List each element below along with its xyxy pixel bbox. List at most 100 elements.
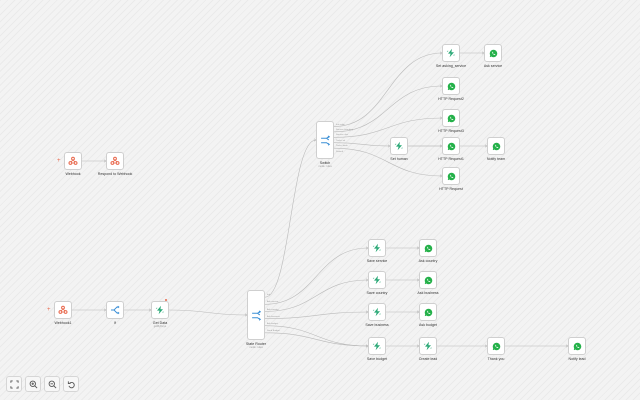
fit-view-icon xyxy=(9,379,19,389)
node-get-data[interactable] xyxy=(151,301,169,319)
node-save-service[interactable] xyxy=(368,239,386,257)
node-label: HTTP Request3 xyxy=(438,128,464,133)
node-label: HTTP Request1 xyxy=(438,156,464,161)
lightning-icon xyxy=(372,307,382,317)
connection-state_router-to-save_country xyxy=(264,279,369,312)
connection-state_router-to-save_business xyxy=(264,311,369,319)
node-http-request2[interactable] xyxy=(442,77,460,95)
whatsapp-icon xyxy=(447,172,456,181)
reset-zoom-icon xyxy=(67,380,75,388)
output-port-label: Ask service xyxy=(267,301,279,304)
node-label: Save service xyxy=(366,258,388,263)
node-set-human[interactable] xyxy=(390,137,408,155)
fit-view-button[interactable] xyxy=(6,376,22,392)
node-label: Ask country xyxy=(418,258,438,263)
node-create-lead[interactable] xyxy=(419,337,437,355)
node-label: If xyxy=(114,320,116,325)
trigger-plus-icon[interactable]: + xyxy=(47,307,51,313)
output-port-label: Service: dev xyxy=(336,134,349,137)
node-notify-lead[interactable] xyxy=(568,337,586,355)
node-label: Thank you xyxy=(487,356,505,361)
node-label: Webhook xyxy=(65,171,81,176)
whatsapp-icon xyxy=(492,342,501,351)
zoom-in-button[interactable] xyxy=(25,376,41,392)
whatsapp-icon xyxy=(424,276,433,285)
node-ask-service[interactable] xyxy=(484,44,502,62)
whatsapp-icon xyxy=(447,82,456,91)
node-respond-to-webhook[interactable] xyxy=(106,152,124,170)
trigger-plus-icon[interactable]: + xyxy=(57,158,61,164)
lightning-icon xyxy=(446,48,456,58)
connection-state_router-to-save_budget xyxy=(264,332,369,347)
node-label: Notify team xyxy=(486,156,506,161)
node-http-request1[interactable] xyxy=(442,137,460,155)
pinned-data-indicator xyxy=(165,299,167,301)
connection-state_router-to-save_budget xyxy=(264,325,369,347)
node-ask-country[interactable] xyxy=(419,239,437,257)
output-port-label: Tasks: book xyxy=(336,145,348,148)
connection-state_router-to-switch xyxy=(264,139,317,298)
node-label: Save budget xyxy=(366,356,388,361)
lightning-icon xyxy=(155,305,165,315)
connection-switch-to-set_asking_service xyxy=(333,52,443,127)
node-save-business[interactable] xyxy=(368,303,386,321)
node-label: Set human xyxy=(390,156,408,161)
webhook-icon xyxy=(58,305,68,315)
node-label: Save country xyxy=(366,290,388,295)
connection-get_data-to-state_router xyxy=(168,309,248,316)
node-label: Webhook1 xyxy=(54,320,72,325)
whatsapp-icon xyxy=(489,49,498,58)
output-port-label: Tasks: ok xyxy=(336,139,346,142)
node-state-router[interactable] xyxy=(247,290,265,340)
node-subtitle: mode: rules xyxy=(318,165,332,168)
node-save-budget[interactable] xyxy=(368,337,386,355)
output-port-label: Ask country xyxy=(267,308,279,311)
output-port-label: Send Budget xyxy=(267,330,280,333)
connection-switch-to-http_request3 xyxy=(333,117,443,138)
node-label: HTTP Request xyxy=(439,186,463,191)
zoom-out-icon xyxy=(48,380,56,388)
output-port-label: Init salon xyxy=(336,123,345,126)
node-label: Ask budget xyxy=(419,322,437,327)
node-notify-team[interactable] xyxy=(487,137,505,155)
node-label: Ask service xyxy=(483,63,503,68)
node-label: Get Data xyxy=(152,320,168,325)
node-save-country[interactable] xyxy=(368,271,386,289)
zoom-toolbar xyxy=(6,376,79,392)
switch-icon xyxy=(251,310,262,321)
node-webhook1[interactable] xyxy=(54,301,72,319)
node-set-asking-service[interactable] xyxy=(442,44,460,62)
whatsapp-icon xyxy=(573,342,582,351)
connection-switch-to-http_request xyxy=(333,147,443,177)
output-port-label: Service: branding xyxy=(336,129,354,132)
node-ask-business[interactable] xyxy=(419,271,437,289)
node-label: State Router xyxy=(245,341,267,346)
node-label: Ask business xyxy=(417,290,439,295)
output-port-label: Ask budget xyxy=(267,322,278,325)
webhook-icon xyxy=(68,156,78,166)
webhook-icon xyxy=(110,156,120,166)
node-label: Create lead xyxy=(418,356,438,361)
output-port-label: Ask business xyxy=(267,315,280,318)
lightning-icon xyxy=(372,275,382,285)
switch-icon xyxy=(320,135,331,146)
node-ask-budget[interactable] xyxy=(419,303,437,321)
if-branch-icon xyxy=(110,305,120,315)
reset-zoom-button[interactable] xyxy=(63,376,79,392)
lightning-icon xyxy=(423,341,433,351)
node-subtitle: getByKeys xyxy=(153,325,167,328)
node-label: Switch xyxy=(319,160,331,165)
node-http-request[interactable] xyxy=(442,167,460,185)
node-webhook[interactable] xyxy=(64,152,82,170)
node-http-request3[interactable] xyxy=(442,109,460,127)
whatsapp-icon xyxy=(447,114,456,123)
node-label: HTTP Request2 xyxy=(438,96,464,101)
node-if[interactable] xyxy=(106,301,124,319)
whatsapp-icon xyxy=(424,308,433,317)
node-switch[interactable] xyxy=(316,121,334,159)
node-thank-you[interactable] xyxy=(487,337,505,355)
lightning-icon xyxy=(372,341,382,351)
node-label: Respond to Webhook xyxy=(97,171,133,176)
zoom-out-button[interactable] xyxy=(44,376,60,392)
node-label: Set asking_service xyxy=(435,63,467,68)
